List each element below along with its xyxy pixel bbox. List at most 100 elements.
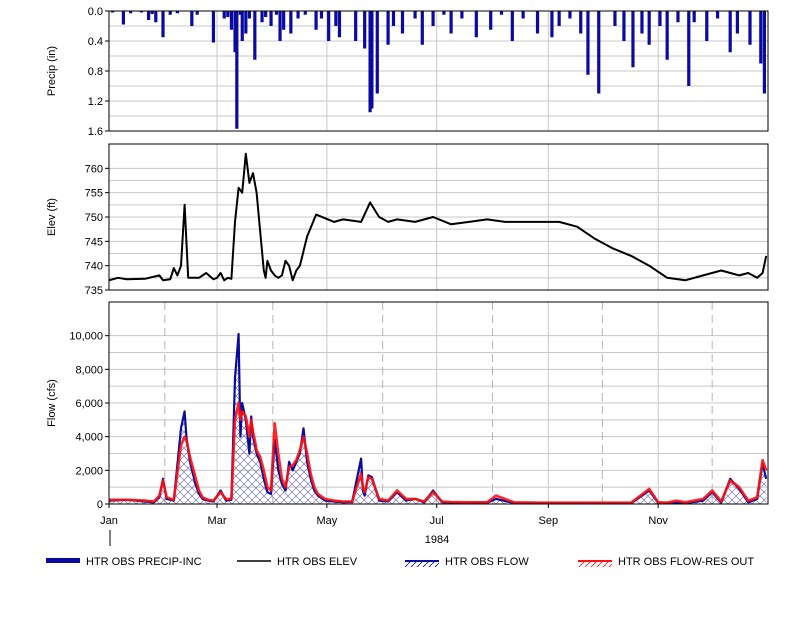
precip-bar — [759, 11, 763, 64]
precip-bar — [354, 11, 358, 41]
precip-bar — [222, 11, 226, 19]
precip-bar — [235, 11, 239, 129]
x-tick-label: May — [316, 515, 337, 527]
x-tick-label: Jan — [100, 515, 118, 527]
precip-bar — [413, 11, 417, 19]
precip-bar — [550, 11, 554, 38]
precip-bar — [568, 11, 572, 19]
precip-bar — [229, 11, 234, 30]
y-tick-label: 760 — [85, 163, 103, 175]
x-tick-label: Nov — [648, 515, 668, 527]
precip-bar — [296, 11, 300, 19]
precip-bar — [278, 11, 282, 41]
y-axis-label: Flow (cfs) — [46, 379, 58, 427]
precip-bar — [535, 11, 540, 34]
y-tick-label: 1.6 — [88, 126, 103, 138]
precip-bar — [314, 11, 318, 30]
y-tick-label: 0 — [97, 499, 103, 511]
y-tick-label: 2,000 — [75, 465, 103, 477]
y-tick-label: 745 — [85, 236, 103, 248]
precip-bar — [168, 11, 172, 15]
precip-bar — [692, 11, 696, 23]
precip-bar — [161, 11, 165, 38]
precip-bar — [647, 11, 651, 45]
precip-bar — [489, 11, 493, 30]
precip-bar — [705, 11, 709, 41]
y-tick-label: 0.4 — [88, 36, 103, 48]
y-tick-label: 735 — [85, 285, 103, 297]
legend-item: HTR OBS PRECIP-INC — [46, 556, 202, 568]
precip-bar — [391, 11, 396, 26]
precip-bar — [431, 11, 435, 26]
precip-bar — [121, 11, 126, 25]
precip-bar — [264, 11, 268, 17]
legend-label: HTR OBS FLOW — [445, 556, 529, 568]
legend-item: HTR OBS FLOW-RES OUT — [578, 556, 754, 568]
precip-bar — [622, 11, 626, 41]
precip-bar — [658, 11, 662, 26]
legend-label: HTR OBS FLOW-RES OUT — [618, 556, 754, 568]
hydrograph-chart: 0.0 0.4 0.8 1.2 1.6 Precip (in) 735 740 745 750 75… — [46, 6, 769, 568]
precip-bar — [370, 11, 374, 109]
precip-bar — [613, 11, 617, 26]
y-axis-label: Elev (ft) — [46, 198, 58, 236]
precip-bar — [521, 11, 525, 19]
precip-bar — [715, 11, 720, 19]
precip-bar — [499, 11, 504, 15]
x-axis-year-label: 1984 — [425, 534, 449, 546]
precip-bar — [687, 11, 691, 86]
precip-bar — [586, 11, 590, 75]
panel-3: 0 2,000 4,000 6,000 8,000 10,000 Jan Mar May Jul S… — [46, 301, 769, 546]
x-tick-label: Mar — [208, 515, 227, 527]
precip-bar — [442, 11, 446, 15]
x-tick-label: Sep — [539, 515, 559, 527]
precip-bar — [247, 11, 252, 19]
legend-item: HTR OBS FLOW — [405, 556, 529, 568]
precip-bar — [735, 11, 739, 34]
precip-bar — [449, 11, 453, 34]
y-tick-label: 0.0 — [88, 6, 103, 18]
precip-bar — [147, 11, 151, 20]
precip-bar — [303, 11, 307, 15]
precip-bar — [420, 11, 424, 45]
precip-bar — [244, 11, 248, 34]
precip-bar — [282, 11, 286, 30]
y-tick-label: 10,000 — [69, 331, 103, 343]
precip-bar — [597, 11, 601, 94]
precip-bar — [195, 11, 199, 15]
precip-bar — [510, 11, 514, 41]
precip-bar — [226, 11, 230, 17]
precip-bar — [460, 11, 464, 19]
y-tick-label: 740 — [85, 261, 103, 273]
y-tick-label: 6,000 — [75, 398, 103, 410]
precip-bar — [762, 11, 766, 94]
precip-bar — [640, 11, 644, 34]
legend-label: HTR OBS PRECIP-INC — [86, 556, 202, 568]
precip-bar — [334, 11, 338, 26]
precip-bar — [154, 11, 158, 23]
precip-bar — [327, 11, 331, 41]
precip-bar — [269, 11, 273, 26]
legend-label: HTR OBS ELEV — [277, 556, 358, 568]
precip-bar — [274, 11, 279, 15]
precip-bar — [375, 11, 379, 94]
precip-bar — [363, 11, 367, 49]
legend-item: HTR OBS ELEV — [237, 556, 358, 568]
y-tick-label: 750 — [85, 212, 103, 224]
y-tick-label: 755 — [85, 188, 103, 200]
legend-swatch — [46, 558, 80, 563]
panel-1: 0.0 0.4 0.8 1.2 1.6 Precip (in) — [46, 6, 769, 138]
precip-bar — [579, 11, 583, 34]
precip-bar — [400, 11, 405, 34]
y-tick-label: 0.8 — [88, 66, 103, 78]
y-tick-label: 4,000 — [75, 432, 103, 444]
x-tick-label: Jul — [430, 515, 444, 527]
panel-2: 735 740 745 750 755 760 Elev (ft) — [46, 143, 769, 297]
precip-bar — [190, 11, 194, 26]
precip-bar — [211, 11, 216, 43]
precip-bar — [289, 11, 293, 34]
y-axis-label: Precip (in) — [46, 46, 58, 96]
y-tick-label: 8,000 — [75, 364, 103, 376]
precip-bar — [386, 11, 390, 45]
precip-bar — [665, 11, 669, 60]
